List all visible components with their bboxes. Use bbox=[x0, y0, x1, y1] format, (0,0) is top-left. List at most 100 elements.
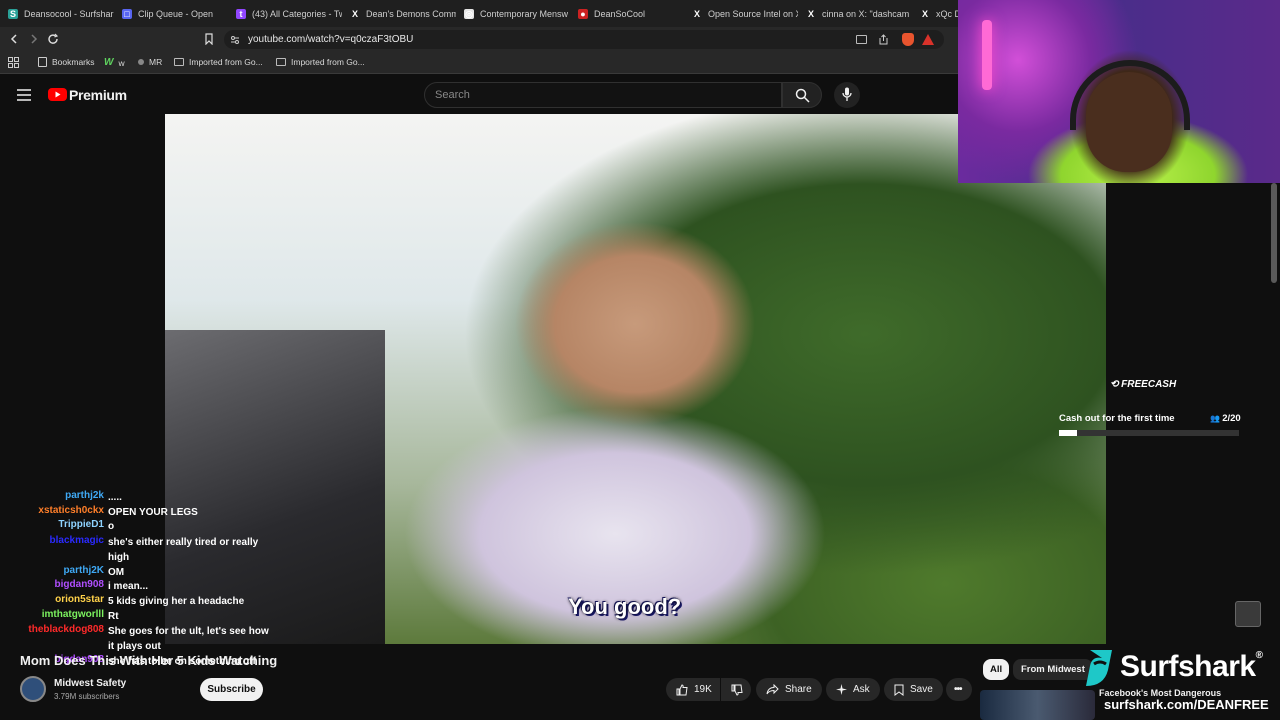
chip-all[interactable]: All bbox=[983, 659, 1010, 680]
reload-icon[interactable] bbox=[47, 33, 59, 45]
browser-tab[interactable]: t (43) All Categories - Tw bbox=[228, 0, 342, 27]
channel-avatar[interactable] bbox=[20, 676, 46, 702]
browser-tab[interactable]: X Open Source Intel on X bbox=[684, 0, 798, 27]
freecash-goal-count: 👥 2/20 bbox=[1210, 413, 1241, 424]
folder-icon bbox=[276, 58, 286, 66]
share-button[interactable]: Share bbox=[756, 678, 822, 701]
chat-text: o bbox=[108, 521, 115, 532]
streamer-webcam bbox=[958, 0, 1280, 183]
freecash-mark-icon: ⟲ bbox=[1110, 379, 1122, 390]
tab-label: DeanSoCool bbox=[594, 8, 646, 19]
tab-favicon-icon: S bbox=[8, 8, 18, 19]
bookmark-folder-imported-2[interactable]: Imported from Go... bbox=[276, 57, 365, 67]
search-icon bbox=[795, 88, 810, 103]
hamburger-menu-icon[interactable] bbox=[17, 89, 31, 101]
more-actions-button[interactable]: ••• bbox=[946, 678, 972, 701]
channel-name[interactable]: Midwest Safety bbox=[54, 678, 126, 689]
forward-icon[interactable] bbox=[28, 33, 40, 45]
freecash-goal-text: Cash out for the first time bbox=[1059, 413, 1175, 424]
search-input[interactable]: Search bbox=[424, 82, 782, 108]
bookmark-item-bookmarks[interactable]: Bookmarks bbox=[38, 57, 95, 67]
address-bar-row: youtube.com/watch?v=q0czaF3tOBU bbox=[0, 27, 958, 52]
chat-username[interactable]: TrippieD1 bbox=[8, 519, 104, 534]
channel-watermark-icon[interactable] bbox=[1235, 601, 1261, 627]
browser-tab-strip: S Deansocool - Surfshark □ Clip Queue - Ope… bbox=[0, 0, 958, 27]
premium-logo-text: Premium bbox=[69, 87, 127, 103]
browser-tab[interactable]: X Dean's Demons Comm bbox=[342, 0, 456, 27]
tab-label: xQc D bbox=[936, 8, 958, 19]
youtube-logo-icon[interactable] bbox=[48, 88, 67, 101]
browser-tab[interactable]: S Deansocool - Surfshark bbox=[0, 0, 114, 27]
tab-favicon-icon: ● bbox=[578, 8, 588, 19]
folder-icon bbox=[174, 58, 184, 66]
rewards-icon[interactable] bbox=[922, 34, 934, 45]
chat-username[interactable]: theblackdog808 bbox=[8, 624, 104, 654]
chat-username[interactable]: imthatgworlll bbox=[8, 609, 104, 624]
tab-favicon-icon: X bbox=[920, 8, 930, 19]
mr-dot-icon bbox=[138, 59, 144, 65]
browser-tab[interactable]: □ Clip Queue - Open bbox=[114, 0, 228, 27]
chat-text: OM bbox=[108, 567, 125, 578]
chat-text: She goes for the ult, let's see how it p… bbox=[108, 626, 269, 652]
dislike-button[interactable] bbox=[721, 678, 751, 701]
chip-from-channel[interactable]: From Midwest bbox=[1013, 659, 1093, 680]
chat-message: bigdan908 i mean... bbox=[8, 579, 273, 594]
site-info-icon[interactable] bbox=[230, 35, 240, 45]
chat-text: OPEN YOUR LEGS bbox=[108, 507, 198, 518]
chat-username[interactable]: xstaticsh0ckx bbox=[8, 505, 104, 520]
tab-favicon-icon: t bbox=[236, 8, 246, 19]
save-playlist-icon bbox=[894, 684, 904, 696]
streamer-head bbox=[1086, 72, 1172, 172]
share-page-icon[interactable] bbox=[878, 34, 889, 45]
tab-label: Deansocool - Surfshark bbox=[24, 8, 114, 19]
chat-text: i mean... bbox=[108, 581, 149, 592]
surfshark-wordmark: Surfshark® bbox=[1120, 650, 1263, 683]
freecash-progress-fill bbox=[1059, 430, 1077, 436]
voice-search-button[interactable] bbox=[834, 82, 860, 108]
surfshark-logo-icon bbox=[1082, 648, 1116, 688]
bookmark-star-icon[interactable] bbox=[203, 33, 215, 45]
thumbs-down-icon bbox=[731, 684, 743, 696]
browser-tab[interactable]: ◎ Contemporary Mensw bbox=[456, 0, 570, 27]
tab-label: (43) All Categories - Tw bbox=[252, 8, 342, 19]
cast-icon[interactable] bbox=[856, 35, 867, 44]
like-button[interactable]: 19K bbox=[666, 678, 720, 701]
tab-favicon-icon: □ bbox=[122, 8, 132, 19]
tab-favicon-icon: X bbox=[806, 8, 816, 19]
video-caption: You good? bbox=[568, 594, 682, 619]
bookmark-item-w[interactable]: W w bbox=[104, 57, 125, 68]
browser-tab[interactable]: Xcinna on X: "dashcam bbox=[798, 0, 912, 27]
browser-tab[interactable]: ● DeanSoCool bbox=[570, 0, 684, 27]
apps-grid-icon[interactable] bbox=[8, 57, 19, 68]
browser-tab[interactable]: XxQc D bbox=[912, 0, 958, 27]
registered-mark: ® bbox=[1255, 650, 1263, 661]
tab-label: Clip Queue - Open bbox=[138, 8, 214, 19]
chat-username[interactable]: orion5star bbox=[8, 594, 104, 609]
brave-shield-icon[interactable] bbox=[902, 33, 914, 46]
url-text: youtube.com/watch?v=q0czaF3tOBU bbox=[248, 34, 414, 45]
chat-text: Rt bbox=[108, 611, 119, 622]
neon-light bbox=[982, 20, 992, 90]
bookmark-folder-imported-1[interactable]: Imported from Go... bbox=[174, 57, 263, 67]
chat-message: orion5star 5 kids giving her a headache bbox=[8, 594, 273, 609]
chat-message: imthatgworlll Rt bbox=[8, 609, 273, 624]
share-arrow-icon bbox=[766, 684, 779, 695]
subscriber-count: 3.79M subscribers bbox=[54, 692, 120, 701]
save-button[interactable]: Save bbox=[884, 678, 943, 701]
back-icon[interactable] bbox=[8, 33, 20, 45]
chat-message: xstaticsh0ckx OPEN YOUR LEGS bbox=[8, 505, 273, 520]
chat-username[interactable]: blackmagic bbox=[8, 535, 104, 565]
search-button[interactable] bbox=[782, 82, 822, 108]
chat-message: TrippieD1 o bbox=[8, 519, 273, 534]
subscribe-button[interactable]: Subscribe bbox=[200, 678, 263, 701]
url-field[interactable]: youtube.com/watch?v=q0czaF3tOBU bbox=[224, 30, 944, 49]
youtube-header: Premium Search bbox=[0, 76, 958, 114]
tab-favicon-icon: ◎ bbox=[464, 8, 474, 19]
chat-username[interactable]: parthj2K bbox=[8, 565, 104, 580]
chat-username[interactable]: bigdan908 bbox=[8, 579, 104, 594]
ask-button[interactable]: Ask bbox=[826, 678, 880, 701]
chat-username[interactable]: parthj2k bbox=[8, 490, 104, 505]
bookmark-item-mr[interactable]: MR bbox=[138, 57, 162, 67]
recommended-thumbnail[interactable] bbox=[980, 690, 1095, 720]
scrollbar-thumb[interactable] bbox=[1271, 183, 1277, 283]
